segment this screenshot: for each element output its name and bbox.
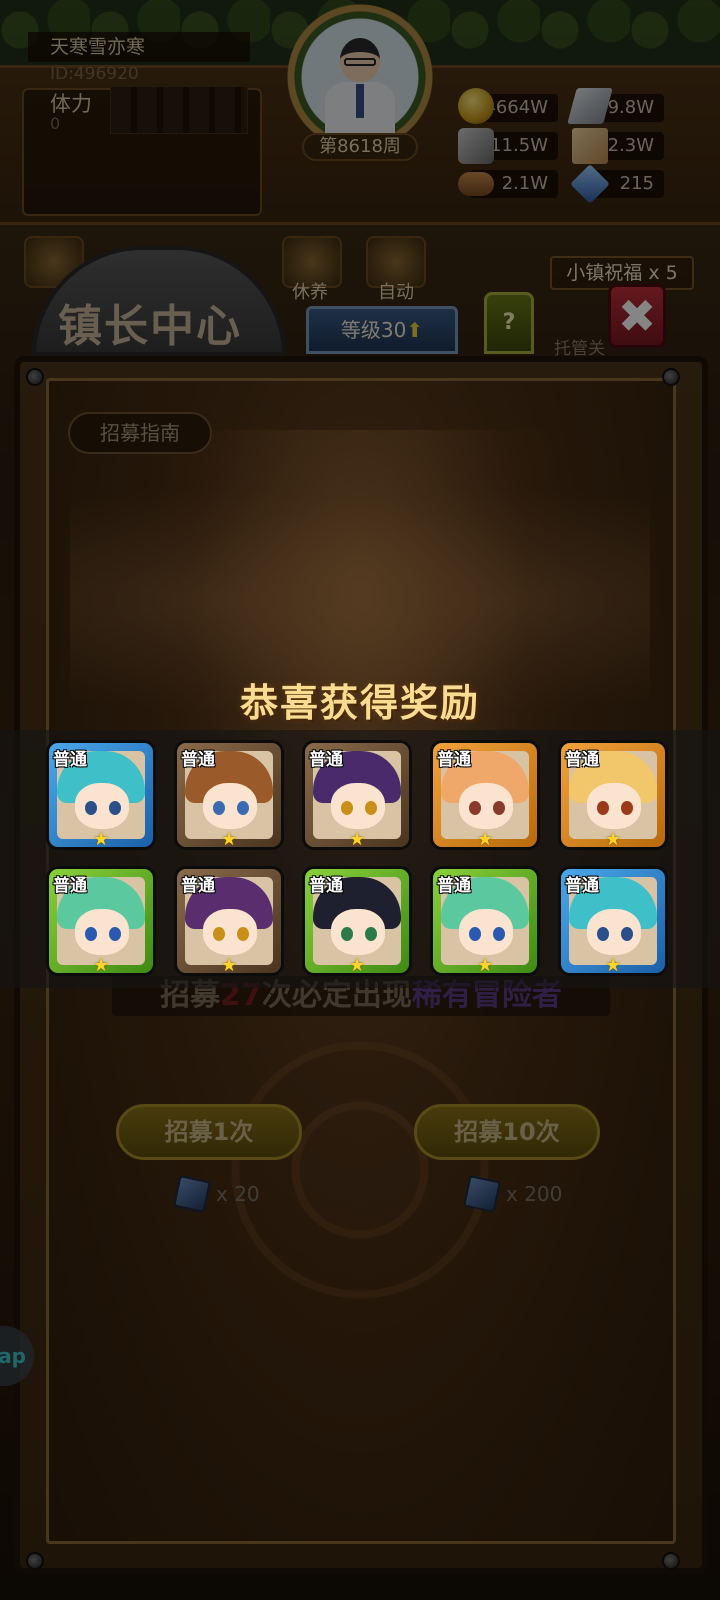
rarity-tag: 普通 [181,750,215,770]
game-screen: 天寒雪亦寒 ID:496920 体力 0 第8618周 4664W 9.8W 1… [0,0,720,1600]
reward-card[interactable]: 普通 ★ [430,740,540,850]
rarity-tag: 普通 [565,876,599,896]
hero-eye [365,927,377,941]
hero-eye [469,801,481,815]
reward-card[interactable]: 普通 ★ [46,740,156,850]
hero-eye [109,927,121,941]
star-icon: ★ [221,955,238,976]
reward-card[interactable]: 普通 ★ [430,866,540,976]
hero-eye [237,927,249,941]
reward-title: 恭喜获得奖励 [239,681,480,725]
star-icon: ★ [605,955,622,976]
reward-card[interactable]: 普通 ★ [302,866,412,976]
hero-eye [213,927,225,941]
rarity-tag: 普通 [53,750,87,770]
hero-eye [341,801,353,815]
hero-eye [365,801,377,815]
hero-eye [621,927,633,941]
hero-eye [621,801,633,815]
hero-eye [237,801,249,815]
rarity-tag: 普通 [309,750,343,770]
hero-eye [341,927,353,941]
hero-eye [597,927,609,941]
reward-card[interactable]: 普通 ★ [302,740,412,850]
hero-eye [493,801,505,815]
reward-card[interactable]: 普通 ★ [558,740,668,850]
reward-card[interactable]: 普通 ★ [46,866,156,976]
star-icon: ★ [349,955,366,976]
rarity-tag: 普通 [181,876,215,896]
star-icon: ★ [477,955,494,976]
star-icon: ★ [93,829,110,850]
reward-card[interactable]: 普通 ★ [174,866,284,976]
reward-card[interactable]: 普通 ★ [174,740,284,850]
rarity-tag: 普通 [53,876,87,896]
rarity-tag: 普通 [309,876,343,896]
star-icon: ★ [605,829,622,850]
hero-eye [109,801,121,815]
hero-eye [469,927,481,941]
star-icon: ★ [477,829,494,850]
hero-eye [85,927,97,941]
hero-eye [493,927,505,941]
rarity-tag: 普通 [437,750,471,770]
hero-eye [213,801,225,815]
rarity-tag: 普通 [565,750,599,770]
star-icon: ★ [93,955,110,976]
hero-eye [85,801,97,815]
star-icon: ★ [221,829,238,850]
hero-eye [597,801,609,815]
reward-card[interactable]: 普通 ★ [558,866,668,976]
star-icon: ★ [349,829,366,850]
rarity-tag: 普通 [437,876,471,896]
